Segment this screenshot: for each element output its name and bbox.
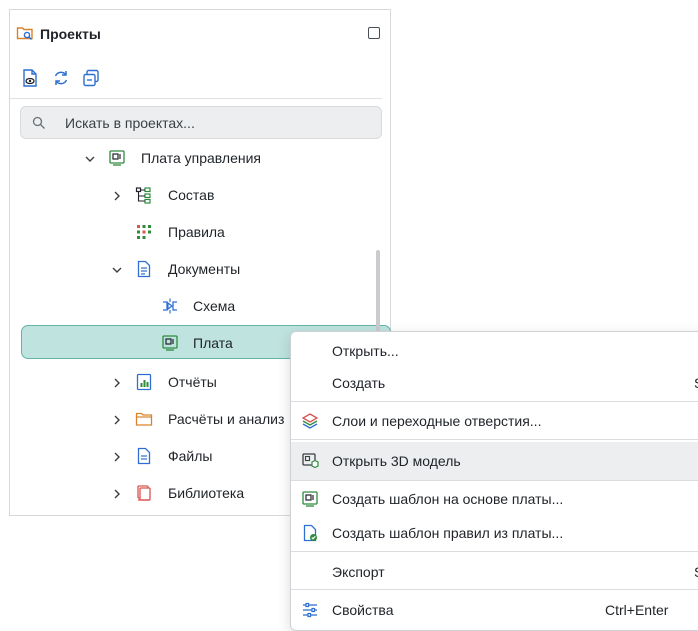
chevron-right-icon[interactable]	[111, 376, 123, 388]
menu-item-rules-template[interactable]: Создать шаблон правил из платы...	[291, 514, 698, 552]
document-icon	[135, 260, 153, 278]
menu-item-shortcut: S	[694, 375, 698, 391]
menu-item-label: Создать шаблон на основе платы...	[332, 491, 564, 507]
schematic-icon	[161, 297, 179, 315]
tree-item-label: Расчёты и анализ	[168, 411, 285, 427]
tree-item-label: Правила	[168, 224, 225, 240]
file-eye-icon[interactable]	[20, 68, 40, 88]
menu-item-label: Открыть...	[332, 343, 399, 359]
report-icon	[135, 373, 153, 391]
rules-icon	[135, 223, 153, 241]
chevron-right-icon[interactable]	[111, 450, 123, 462]
toolbar-divider	[10, 98, 382, 99]
tree-item-label: Файлы	[168, 448, 213, 464]
menu-item-board-template[interactable]: Создать шаблон на основе платы...	[291, 480, 698, 518]
menu-item-export[interactable]: Экспорт S	[291, 553, 698, 591]
menu-item-label: Создать шаблон правил из платы...	[332, 525, 564, 541]
tree-item-label: Схема	[193, 298, 236, 314]
menu-item-label: Открыть 3D модель	[332, 453, 461, 469]
menu-divider	[291, 439, 698, 440]
collapse-all-icon[interactable]	[81, 68, 101, 88]
settings-sliders-icon	[301, 601, 319, 619]
board-template-icon	[301, 490, 319, 508]
chevron-right-icon[interactable]	[111, 413, 123, 425]
folder-search-icon	[16, 24, 34, 45]
tree-item-pravila[interactable]: Правила	[10, 214, 382, 251]
rules-template-icon	[301, 524, 319, 542]
tree-item-label: Плата	[193, 335, 233, 351]
library-icon	[135, 484, 153, 502]
structure-icon	[135, 186, 153, 204]
search-icon	[32, 116, 46, 133]
menu-item-shortcut: S	[694, 564, 698, 580]
menu-divider	[291, 589, 698, 590]
menu-item-open-3d-model[interactable]: Открыть 3D модель	[291, 442, 698, 480]
refresh-icon[interactable]	[51, 68, 71, 88]
tree-item-label: Состав	[168, 187, 215, 203]
search-input[interactable]	[65, 113, 365, 133]
menu-item-layers-vias[interactable]: Слои и переходные отверстия...	[291, 402, 698, 440]
chevron-down-icon[interactable]	[111, 263, 123, 275]
folder-icon	[135, 410, 153, 428]
tree-item-label: Документы	[168, 261, 241, 277]
menu-item-label: Свойства	[332, 602, 394, 618]
tree-item-label: Плата управления	[141, 150, 261, 166]
board-icon	[161, 334, 179, 352]
chevron-right-icon[interactable]	[111, 487, 123, 499]
panel-title: Проекты	[40, 26, 101, 42]
menu-item-properties[interactable]: Свойства Ctrl+Enter	[291, 591, 698, 629]
tree-item-plata-upravleniya[interactable]: Плата управления	[10, 140, 382, 177]
model-3d-icon	[301, 452, 319, 470]
tree-item-label: Библиотека	[168, 485, 245, 501]
chevron-down-icon[interactable]	[84, 152, 96, 164]
menu-item-label: Слои и переходные отверстия...	[332, 413, 542, 429]
menu-item-label: Экспорт	[332, 564, 385, 580]
tree-item-label: Отчёты	[168, 374, 217, 390]
search-box[interactable]	[20, 106, 382, 139]
menu-item-create[interactable]: Создать S	[291, 364, 698, 402]
menu-divider	[291, 551, 698, 552]
tree-item-dokumenty[interactable]: Документы	[10, 251, 382, 288]
chevron-right-icon[interactable]	[111, 189, 123, 201]
menu-item-shortcut: Ctrl+Enter	[605, 602, 669, 618]
menu-item-label: Создать	[332, 375, 386, 391]
file-icon	[135, 447, 153, 465]
panel-header: Проекты	[16, 24, 380, 44]
context-menu: Открыть... Создать S Слои и переходные о…	[290, 331, 698, 631]
tree-item-sostav[interactable]: Состав	[10, 177, 382, 214]
layers-icon	[301, 412, 319, 430]
board-icon	[108, 149, 126, 167]
tree-item-skhema[interactable]: Схема	[10, 288, 382, 325]
maximize-icon[interactable]	[368, 27, 380, 39]
